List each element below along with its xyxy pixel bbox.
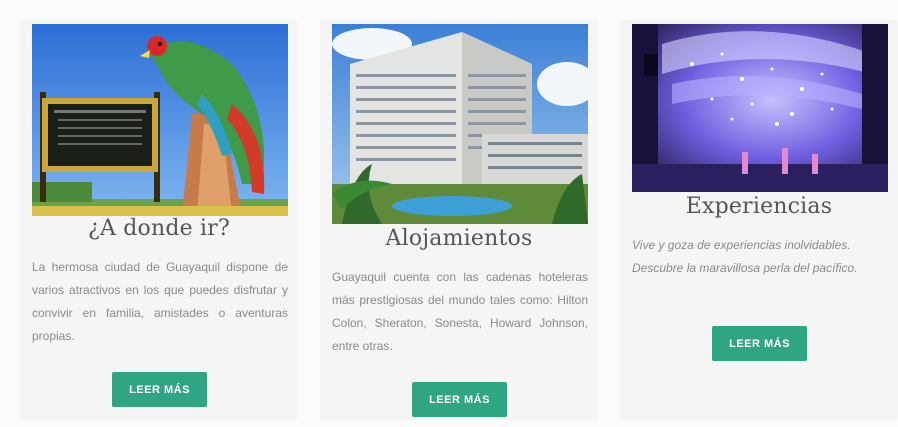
- card-title: Experiencias: [685, 194, 833, 219]
- page: ¿A donde ir? La hermosa ciudad de Guayaq…: [0, 0, 898, 427]
- card-title: ¿A donde ir?: [87, 216, 231, 241]
- theater-stage-image[interactable]: [632, 24, 888, 192]
- leer-mas-button[interactable]: LEER MÁS: [112, 372, 207, 407]
- parrot-monument-image[interactable]: [32, 24, 288, 216]
- card-description: La hermosa ciudad de Guayaquil dispone d…: [32, 260, 288, 343]
- hotel-building-image[interactable]: [332, 24, 588, 224]
- card-title: Alojamientos: [385, 226, 533, 251]
- card-a-donde-ir: ¿A donde ir? La hermosa ciudad de Guayaq…: [20, 20, 298, 420]
- card-description: Vive y goza de experiencias inolvidables…: [632, 238, 858, 275]
- card-description: Guayaquil cuenta con las cadenas hoteler…: [332, 270, 588, 353]
- leer-mas-button[interactable]: LEER MÁS: [712, 326, 807, 361]
- card-alojamientos: Alojamientos Guayaquil cuenta con las ca…: [320, 20, 598, 420]
- card-experiencias: Experiencias Vive y goza de experiencias…: [620, 20, 898, 420]
- leer-mas-button[interactable]: LEER MÁS: [412, 382, 507, 417]
